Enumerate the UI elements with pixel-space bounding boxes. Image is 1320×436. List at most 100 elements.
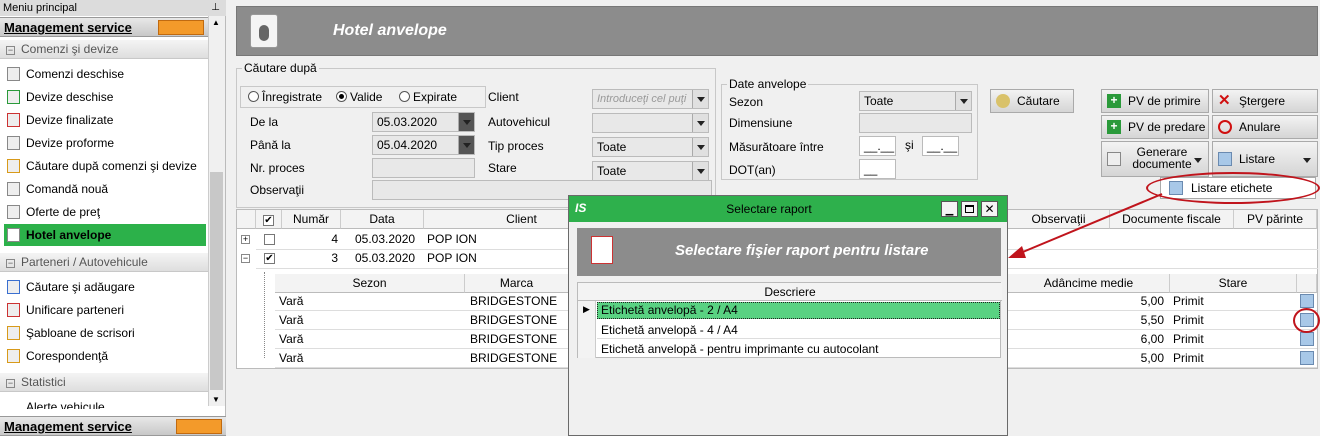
scroll-down-icon[interactable]: ▼ <box>212 395 220 404</box>
section-stats[interactable]: − Statistici <box>0 373 208 392</box>
cancel-button[interactable]: Anulare <box>1212 115 1318 139</box>
collapse-icon[interactable]: − <box>6 259 15 268</box>
print-label-icon[interactable] <box>1300 332 1314 346</box>
dot-field[interactable]: __ <box>859 159 896 179</box>
pv-deliver-label: PV de predare <box>1128 120 1206 134</box>
sub-col-season[interactable]: Sezon <box>275 274 465 293</box>
section-stats-label: Statistici <box>21 375 66 389</box>
state-select[interactable]: Toate <box>592 161 709 181</box>
sidebar-item-label: Căutare şi adăugare <box>26 280 135 294</box>
module-logo-icon <box>158 20 204 35</box>
proc-number-field[interactable] <box>372 158 475 178</box>
dropdown-icon[interactable] <box>692 138 708 156</box>
sub-col-depth[interactable]: Adâncime medie <box>1008 274 1170 293</box>
dropdown-icon[interactable] <box>692 114 708 132</box>
sidebar-item-search-add[interactable]: Căutare şi adăugare <box>4 276 206 298</box>
sidebar-item-finalized-estimates[interactable]: Devize finalizate <box>4 109 206 131</box>
dropdown-icon[interactable] <box>955 92 971 110</box>
search-icon <box>996 94 1010 108</box>
grid-col-select[interactable]: ✔ <box>256 210 282 229</box>
report-item-selected[interactable]: Etichetă anvelopă - 2 / A4 <box>597 302 1000 319</box>
pv-receive-button[interactable]: + PV de primire <box>1101 89 1209 113</box>
close-icon[interactable]: ✕ <box>981 201 998 217</box>
select-report-dialog: IS Selectare raport ▁ ✕ Selectare fişier… <box>568 195 1008 436</box>
vehicle-field[interactable] <box>592 113 709 133</box>
section-orders[interactable]: − Comenzi şi devize <box>0 40 208 59</box>
maximize-icon[interactable] <box>961 201 978 217</box>
collapse-icon[interactable]: − <box>6 46 15 55</box>
module-banner-bottom[interactable]: Management service <box>0 416 226 436</box>
sub-col-brand[interactable]: Marca <box>465 274 569 293</box>
module-banner[interactable]: Management service <box>0 17 208 37</box>
list-label: Listare <box>1239 152 1276 166</box>
pin-icon[interactable]: ⊥ <box>211 0 220 16</box>
row-checkbox[interactable] <box>264 234 275 245</box>
grid-col-number[interactable]: Număr <box>282 210 341 229</box>
row-client: POP ION <box>427 232 477 246</box>
sidebar-item-label: Alerte vehicule <box>26 400 105 409</box>
row-date: 05.03.2020 <box>355 232 416 246</box>
cancel-icon <box>1218 120 1232 134</box>
section-partners[interactable]: − Parteneri / Autovehicule <box>0 253 208 272</box>
dropdown-icon[interactable] <box>692 90 708 108</box>
radio-label: Valide <box>350 90 383 104</box>
measure-to-field[interactable]: __.__ <box>922 136 959 156</box>
select-all-checkbox[interactable]: ✔ <box>263 215 274 226</box>
dialog-titlebar[interactable]: IS Selectare raport ▁ ✕ <box>569 196 1007 222</box>
sidebar-item-search-orders[interactable]: Căutare după comenzi şi devize <box>4 155 206 177</box>
sidebar-item-label: Corespondenţă <box>26 349 109 363</box>
sidebar-item-new-order[interactable]: Comandă nouă <box>4 178 206 200</box>
report-item[interactable]: Etichetă anvelopă - pentru imprimante cu… <box>597 340 1000 358</box>
sidebar-item-tire-hotel[interactable]: Hotel anvelope <box>4 224 206 246</box>
sidebar-item-merge-partners[interactable]: Unificare parteneri <box>4 299 206 321</box>
season-label: Sezon <box>729 95 764 109</box>
print-label-icon[interactable] <box>1300 294 1314 308</box>
sidebar-item-letter-templates[interactable]: Şabloane de scrisori <box>4 322 206 344</box>
report-list-header[interactable]: Descriere <box>578 283 1002 301</box>
sidebar-item-correspondence[interactable]: Corespondenţă <box>4 345 206 367</box>
sidebar-item-label: Comenzi deschise <box>26 67 125 81</box>
dropdown-icon[interactable] <box>692 162 708 180</box>
from-date-field[interactable]: 05.03.2020 <box>372 112 475 132</box>
dialog-header-bar: Selectare fişier raport pentru listare <box>577 228 1001 276</box>
proc-type-select[interactable]: Toate <box>592 137 709 157</box>
sidebar-item-open-estimates[interactable]: Devize deschise <box>4 86 206 108</box>
pv-deliver-button[interactable]: + PV de predare <box>1101 115 1209 139</box>
grid-col-parent-pv[interactable]: PV părinte <box>1234 210 1317 229</box>
sub-season: Vară <box>279 294 304 308</box>
print-label-icon[interactable] <box>1300 351 1314 365</box>
dimension-field[interactable] <box>859 113 972 133</box>
to-date-label: Până la <box>250 138 291 152</box>
sidebar-item-proforma[interactable]: Devize proforme <box>4 132 206 154</box>
radio-expired[interactable]: Expirate <box>399 90 457 104</box>
row-date: 05.03.2020 <box>355 251 416 265</box>
calendar-dropdown-icon[interactable] <box>458 136 474 154</box>
delete-button[interactable]: ✕ Ştergere <box>1212 89 1318 113</box>
radio-registered[interactable]: Înregistrate <box>248 90 322 104</box>
new-order-icon <box>7 182 20 196</box>
sub-col-state[interactable]: Stare <box>1170 274 1297 293</box>
calendar-dropdown-icon[interactable] <box>458 113 474 131</box>
sidebar-item-vehicle-alerts[interactable]: Alerte vehicule <box>26 400 105 409</box>
scroll-up-icon[interactable]: ▲ <box>212 18 220 27</box>
sub-brand: BRIDGESTONE <box>470 313 558 327</box>
sidebar-scroll-thumb[interactable] <box>210 172 223 390</box>
search-button[interactable]: Căutare <box>990 89 1074 113</box>
module-banner-label: Management service <box>4 419 132 434</box>
to-date-field[interactable]: 05.04.2020 <box>372 135 475 155</box>
generate-docs-button[interactable]: Generare documente <box>1101 141 1209 177</box>
expand-icon[interactable]: + <box>241 235 250 244</box>
collapse-icon[interactable]: − <box>6 379 15 388</box>
row-checkbox[interactable]: ✔ <box>264 253 275 264</box>
minimize-icon[interactable]: ▁ <box>941 201 958 217</box>
sidebar-item-open-orders[interactable]: Comenzi deschise <box>4 63 206 85</box>
report-files-icon <box>591 236 613 264</box>
report-item[interactable]: Etichetă anvelopă - 4 / A4 <box>597 321 1000 339</box>
client-field[interactable]: Introduceţi cel puţi <box>592 89 709 109</box>
grid-col-date[interactable]: Data <box>341 210 424 229</box>
sidebar-item-price-offers[interactable]: Oferte de preţ <box>4 201 206 223</box>
collapse-icon[interactable]: − <box>241 254 250 263</box>
measure-from-field[interactable]: __.__ <box>859 136 896 156</box>
radio-valid[interactable]: Valide <box>336 90 382 104</box>
season-select[interactable]: Toate <box>859 91 972 111</box>
